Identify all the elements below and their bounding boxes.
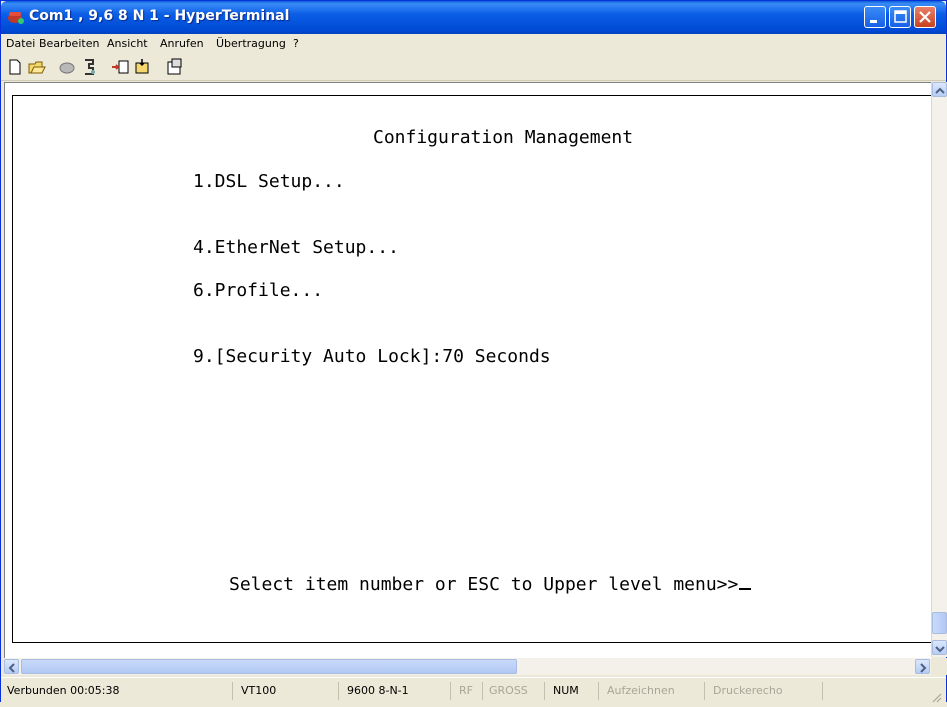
scroll-left-button[interactable] bbox=[4, 659, 19, 674]
prompt-text: Select item number or ESC to Upper level… bbox=[229, 574, 739, 595]
chevron-up-icon bbox=[935, 87, 945, 94]
text-cursor bbox=[739, 588, 752, 590]
horizontal-scroll-thumb[interactable] bbox=[21, 659, 517, 674]
scroll-up-button[interactable] bbox=[932, 82, 947, 97]
status-port-settings: 9600 8-N-1 bbox=[343, 682, 451, 700]
horizontal-scrollbar[interactable] bbox=[4, 658, 931, 675]
window-title: Com1 , 9,6 8 N 1 - HyperTerminal bbox=[29, 8, 290, 24]
open-icon[interactable] bbox=[27, 58, 47, 76]
status-bar: Verbunden 00:05:38 VT100 9600 8-N-1 RF G… bbox=[1, 677, 946, 704]
vertical-scroll-thumb[interactable] bbox=[932, 612, 947, 634]
status-capture: Aufzeichnen bbox=[603, 682, 705, 700]
scroll-down-button[interactable] bbox=[932, 640, 947, 655]
menu-ansicht[interactable]: Ansicht bbox=[107, 37, 148, 50]
hyperterminal-window: Com1 , 9,6 8 N 1 - HyperTerminal Datei B… bbox=[0, 0, 947, 704]
maximize-button[interactable] bbox=[889, 6, 911, 28]
maximize-icon bbox=[894, 10, 907, 23]
receive-icon[interactable] bbox=[133, 58, 153, 76]
minimize-icon bbox=[870, 20, 877, 23]
connect-icon[interactable] bbox=[57, 58, 77, 76]
hyperterminal-phone-icon[interactable] bbox=[7, 9, 25, 25]
terminal-prompt: Select item number or ESC to Upper level… bbox=[229, 574, 752, 595]
new-icon[interactable] bbox=[5, 58, 25, 76]
menu-option-ethernet-setup: 4.EtherNet Setup... bbox=[193, 237, 399, 258]
chevron-right-icon bbox=[920, 663, 927, 673]
title-bar[interactable]: Com1 , 9,6 8 N 1 - HyperTerminal bbox=[1, 1, 946, 34]
scrollbar-corner bbox=[931, 658, 947, 675]
menu-bearbeiten[interactable]: Bearbeiten bbox=[39, 37, 99, 50]
terminal-screen[interactable]: Configuration Management 1.DSL Setup... … bbox=[12, 95, 933, 643]
menu-datei[interactable]: Datei bbox=[6, 37, 35, 50]
resize-grip-icon[interactable] bbox=[930, 688, 942, 707]
menu-bar: Datei Bearbeiten Ansicht Anrufen Übertra… bbox=[1, 34, 946, 54]
status-num: NUM bbox=[549, 682, 599, 700]
menu-option-dsl-setup: 1.DSL Setup... bbox=[193, 171, 345, 192]
status-gross: GROSS bbox=[485, 682, 545, 700]
close-button[interactable] bbox=[914, 6, 936, 28]
send-icon[interactable] bbox=[111, 58, 131, 76]
chevron-left-icon bbox=[8, 663, 15, 673]
status-emulation: VT100 bbox=[237, 682, 339, 700]
toolbar bbox=[1, 54, 946, 81]
disconnect-icon[interactable] bbox=[79, 58, 99, 76]
menu-help[interactable]: ? bbox=[293, 37, 299, 50]
close-icon bbox=[919, 11, 931, 23]
chevron-down-icon bbox=[935, 646, 945, 653]
properties-icon[interactable] bbox=[165, 58, 185, 76]
menu-uebertragung[interactable]: Übertragung bbox=[216, 37, 286, 50]
menu-option-security-auto-lock: 9.[Security Auto Lock]:70 Seconds bbox=[193, 346, 551, 367]
menu-option-profile: 6.Profile... bbox=[193, 280, 324, 301]
menu-anrufen[interactable]: Anrufen bbox=[160, 37, 204, 50]
terminal-title: Configuration Management bbox=[373, 127, 634, 148]
status-rf: RF bbox=[455, 682, 483, 700]
status-connection-time: Verbunden 00:05:38 bbox=[3, 682, 233, 700]
vertical-scrollbar[interactable] bbox=[931, 82, 947, 657]
minimize-button[interactable] bbox=[864, 6, 886, 28]
scroll-right-button[interactable] bbox=[915, 659, 930, 674]
status-print-echo: Druckerecho bbox=[709, 682, 823, 700]
terminal-client-area[interactable]: Configuration Management 1.DSL Setup... … bbox=[4, 82, 933, 658]
